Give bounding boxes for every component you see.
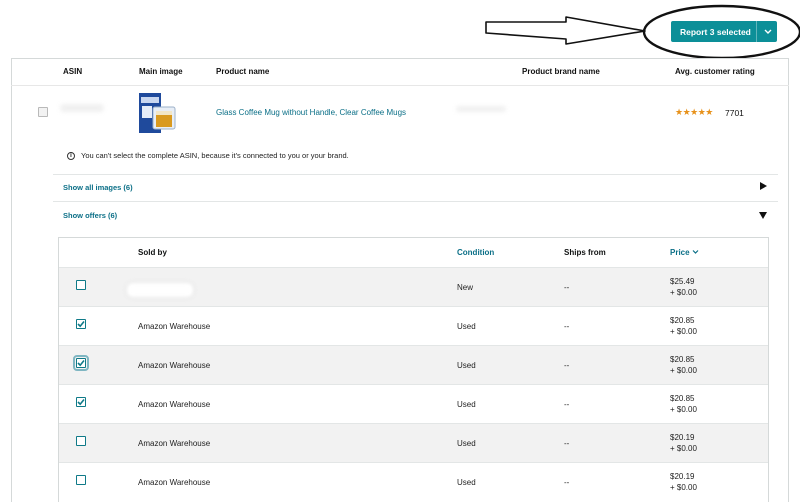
offer-checkbox[interactable] <box>76 475 86 485</box>
redacted-seller <box>127 283 193 297</box>
product-name-link[interactable]: Glass Coffee Mug without Handle, Clear C… <box>216 108 414 117</box>
section-divider <box>53 201 778 202</box>
asin-checkbox[interactable] <box>38 107 48 117</box>
col-rating: Avg. customer rating <box>675 67 755 76</box>
offer-checkbox[interactable] <box>76 319 86 329</box>
redacted-brand <box>456 106 506 112</box>
report-selected-button[interactable]: Report 3 selected <box>671 21 777 42</box>
seller-cell: Amazon Warehouse <box>138 361 211 370</box>
expand-right-icon[interactable] <box>760 182 767 190</box>
price-value: $20.85 <box>670 394 695 403</box>
ships-from-cell: -- <box>564 361 570 370</box>
col-ships-from: Ships from <box>564 248 606 257</box>
condition-cell: Used <box>457 400 476 409</box>
condition-cell: Used <box>457 361 476 370</box>
ships-from-cell: -- <box>564 478 570 487</box>
condition-cell: New <box>457 283 474 292</box>
price-cell: $20.85 + $0.00 <box>670 354 697 376</box>
condition-cell: Used <box>457 478 476 487</box>
col-product-name: Product name <box>216 67 270 76</box>
checkmark-icon <box>77 320 85 328</box>
offer-checkbox[interactable] <box>76 436 86 446</box>
seller-cell: Amazon Warehouse <box>138 439 211 448</box>
info-message: You can't select the complete ASIN, beca… <box>81 151 349 160</box>
shipping-value: + $0.00 <box>670 366 697 375</box>
shipping-value: + $0.00 <box>670 444 697 453</box>
price-cell: $20.19 + $0.00 <box>670 432 697 454</box>
price-cell: $20.85 + $0.00 <box>670 315 697 337</box>
collapse-down-icon[interactable] <box>759 212 767 219</box>
col-price[interactable]: Price <box>670 248 690 257</box>
rating-count[interactable]: 7701 <box>725 108 744 118</box>
price-value: $25.49 <box>670 277 695 286</box>
price-cell: $20.19 + $0.00 <box>670 471 697 493</box>
col-main-image: Main image <box>139 67 183 76</box>
section-divider <box>53 174 778 175</box>
col-brand-name: Product brand name <box>522 67 600 76</box>
product-image[interactable] <box>139 93 181 133</box>
header-divider <box>11 85 789 86</box>
offer-checkbox[interactable] <box>73 355 89 371</box>
ships-from-cell: -- <box>564 400 570 409</box>
show-offers-link[interactable]: Show offers (6) <box>63 211 117 220</box>
condition-cell: Used <box>457 439 476 448</box>
info-icon: i <box>67 152 75 160</box>
shipping-value: + $0.00 <box>670 405 697 414</box>
seller-cell: Amazon Warehouse <box>138 478 211 487</box>
checkmark-icon <box>77 359 85 367</box>
button-divider <box>756 21 757 42</box>
show-all-images-link[interactable]: Show all images (6) <box>63 183 133 192</box>
ships-from-cell: -- <box>564 439 570 448</box>
ships-from-cell: -- <box>564 322 570 331</box>
seller-cell: Amazon Warehouse <box>138 322 211 331</box>
offer-checkbox[interactable] <box>76 397 86 407</box>
sort-chevron-icon[interactable] <box>692 249 699 255</box>
col-asin: ASIN <box>63 67 83 76</box>
offer-checkbox[interactable] <box>76 280 86 290</box>
price-value: $20.85 <box>670 316 695 325</box>
star-rating: ★★★★★ <box>675 107 713 117</box>
shipping-value: + $0.00 <box>670 327 697 336</box>
checkmark-icon <box>77 398 85 406</box>
redacted-asin <box>60 104 104 112</box>
report-button-label: Report 3 selected <box>680 27 751 37</box>
ships-from-cell: -- <box>564 283 570 292</box>
col-sold-by: Sold by <box>138 248 167 257</box>
condition-cell: Used <box>457 322 476 331</box>
seller-cell: Amazon Warehouse <box>138 400 211 409</box>
price-value: $20.85 <box>670 355 695 364</box>
chevron-down-icon[interactable] <box>759 24 777 39</box>
shipping-value: + $0.00 <box>670 483 697 492</box>
price-value: $20.19 <box>670 472 695 481</box>
price-cell: $25.49 + $0.00 <box>670 276 697 298</box>
price-value: $20.19 <box>670 433 695 442</box>
price-cell: $20.85 + $0.00 <box>670 393 697 415</box>
shipping-value: + $0.00 <box>670 288 697 297</box>
col-condition[interactable]: Condition <box>457 248 494 257</box>
